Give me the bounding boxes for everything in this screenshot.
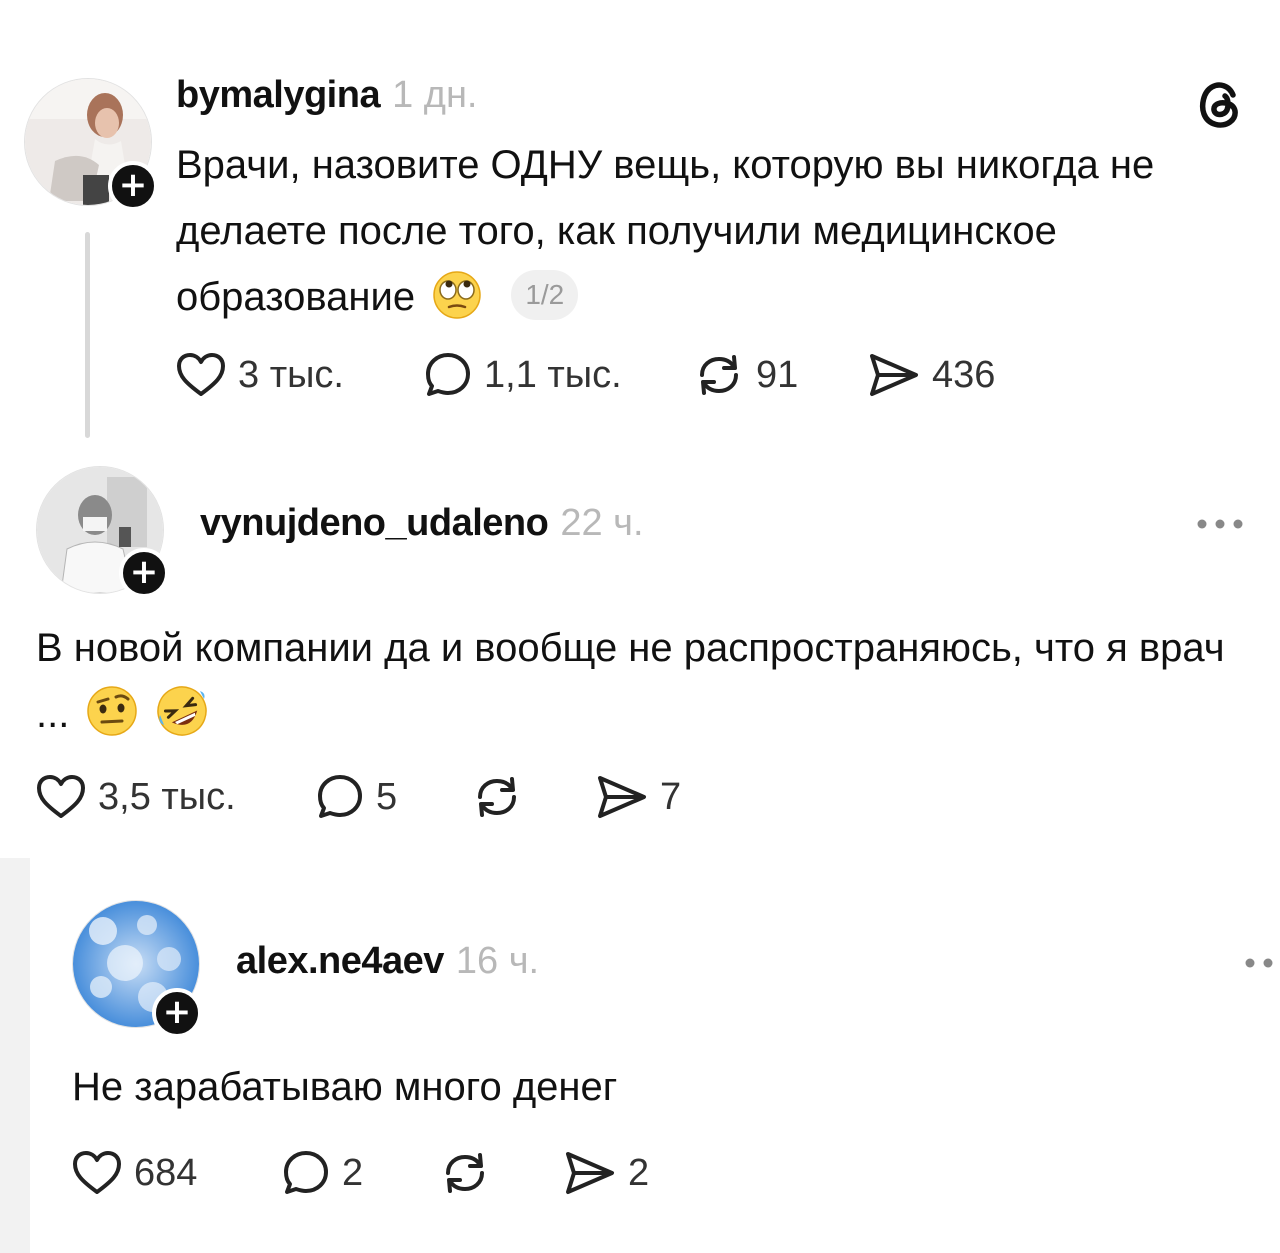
send-icon bbox=[598, 776, 646, 818]
share-count: 436 bbox=[932, 353, 996, 396]
post-author[interactable]: bymalygina 1 дн. bbox=[176, 74, 478, 117]
post-author[interactable]: alex.ne4aev 16 ч. bbox=[236, 940, 539, 983]
repost-icon bbox=[700, 355, 738, 395]
like-count: 684 bbox=[134, 1151, 198, 1194]
post-text: Не зарабатываю много денег bbox=[72, 1065, 618, 1109]
like-button[interactable]: 3,5 тыс. bbox=[36, 771, 316, 823]
share-count: 7 bbox=[660, 775, 682, 818]
share-button[interactable]: 7 bbox=[596, 771, 681, 823]
post-time: 1 дн. bbox=[392, 74, 478, 116]
post-actions: 3 тыс. 1,1 тыс. 91 436 bbox=[176, 349, 995, 401]
send-icon bbox=[566, 1152, 614, 1194]
reply-button[interactable]: 1,1 тыс. bbox=[424, 349, 694, 401]
reply-count: 5 bbox=[376, 775, 398, 818]
repost-count: 91 bbox=[756, 353, 799, 396]
repost-button[interactable]: 91 bbox=[694, 349, 868, 401]
eye-roll-emoji-icon bbox=[432, 270, 482, 340]
post-author[interactable]: vynujdeno_udaleno 22 ч. bbox=[200, 502, 644, 545]
reply-icon bbox=[284, 1151, 328, 1194]
reply-count: 1,1 тыс. bbox=[484, 353, 622, 396]
follow-button-vynujdeno-udaleno[interactable]: + bbox=[119, 548, 169, 598]
like-button[interactable]: 3 тыс. bbox=[176, 349, 424, 401]
post-actions: 684 2 2 bbox=[72, 1147, 649, 1199]
username-text[interactable]: alex.ne4aev bbox=[236, 940, 444, 982]
post-time: 16 ч. bbox=[455, 940, 540, 982]
post-body: В новой компании да и вообще не распрост… bbox=[36, 615, 1251, 757]
post-body: Врачи, назовите ОДНУ вещь, которую вы ни… bbox=[176, 132, 1256, 340]
username-text[interactable]: bymalygina bbox=[176, 74, 381, 116]
threads-logo-icon[interactable] bbox=[1192, 76, 1248, 137]
reply-button[interactable]: 2 bbox=[282, 1147, 440, 1199]
more-options-icon[interactable] bbox=[1196, 517, 1244, 535]
page-indicator-badge[interactable]: 1/2 bbox=[511, 270, 579, 320]
reply-button[interactable]: 5 bbox=[316, 771, 472, 823]
post-body: Не зарабатываю много денег bbox=[72, 1054, 1252, 1120]
heart-icon bbox=[73, 1151, 121, 1194]
raised-eyebrow-emoji-icon bbox=[86, 685, 138, 757]
heart-icon bbox=[37, 775, 85, 818]
repost-icon bbox=[478, 777, 516, 817]
thread-card: + bymalygina 1 дн. Врачи, назовите ОДНУ в… bbox=[0, 0, 1280, 872]
share-count: 2 bbox=[628, 1151, 650, 1194]
send-icon bbox=[870, 354, 918, 396]
reply-icon bbox=[318, 775, 362, 818]
reply-card: + alex.ne4aev 16 ч. Не зарабатываю много … bbox=[30, 858, 1280, 1253]
repost-icon bbox=[446, 1153, 484, 1193]
like-count: 3 тыс. bbox=[238, 353, 344, 396]
username-text[interactable]: vynujdeno_udaleno bbox=[200, 502, 549, 544]
post-text: Врачи, назовите ОДНУ вещь, которую вы ни… bbox=[176, 143, 1155, 319]
repost-button[interactable] bbox=[440, 1147, 564, 1199]
like-count: 3,5 тыс. bbox=[98, 775, 236, 818]
follow-button-bymalygina[interactable]: + bbox=[108, 161, 158, 211]
follow-button-alex-ne4aev[interactable]: + bbox=[152, 988, 202, 1038]
post-time: 22 ч. bbox=[560, 502, 644, 544]
rolling-laughing-emoji-icon bbox=[156, 685, 208, 757]
more-options-icon[interactable] bbox=[1244, 956, 1280, 974]
repost-button[interactable] bbox=[472, 771, 596, 823]
thread-connector-line bbox=[85, 232, 90, 438]
post-text: В новой компании да и вообще не распрост… bbox=[36, 626, 1225, 736]
heart-icon bbox=[177, 353, 225, 396]
share-button[interactable]: 436 bbox=[868, 349, 995, 401]
like-button[interactable]: 684 bbox=[72, 1147, 282, 1199]
reply-icon bbox=[426, 353, 470, 396]
share-button[interactable]: 2 bbox=[564, 1147, 649, 1199]
post-actions: 3,5 тыс. 5 7 bbox=[36, 771, 681, 823]
reply-count: 2 bbox=[342, 1151, 364, 1194]
